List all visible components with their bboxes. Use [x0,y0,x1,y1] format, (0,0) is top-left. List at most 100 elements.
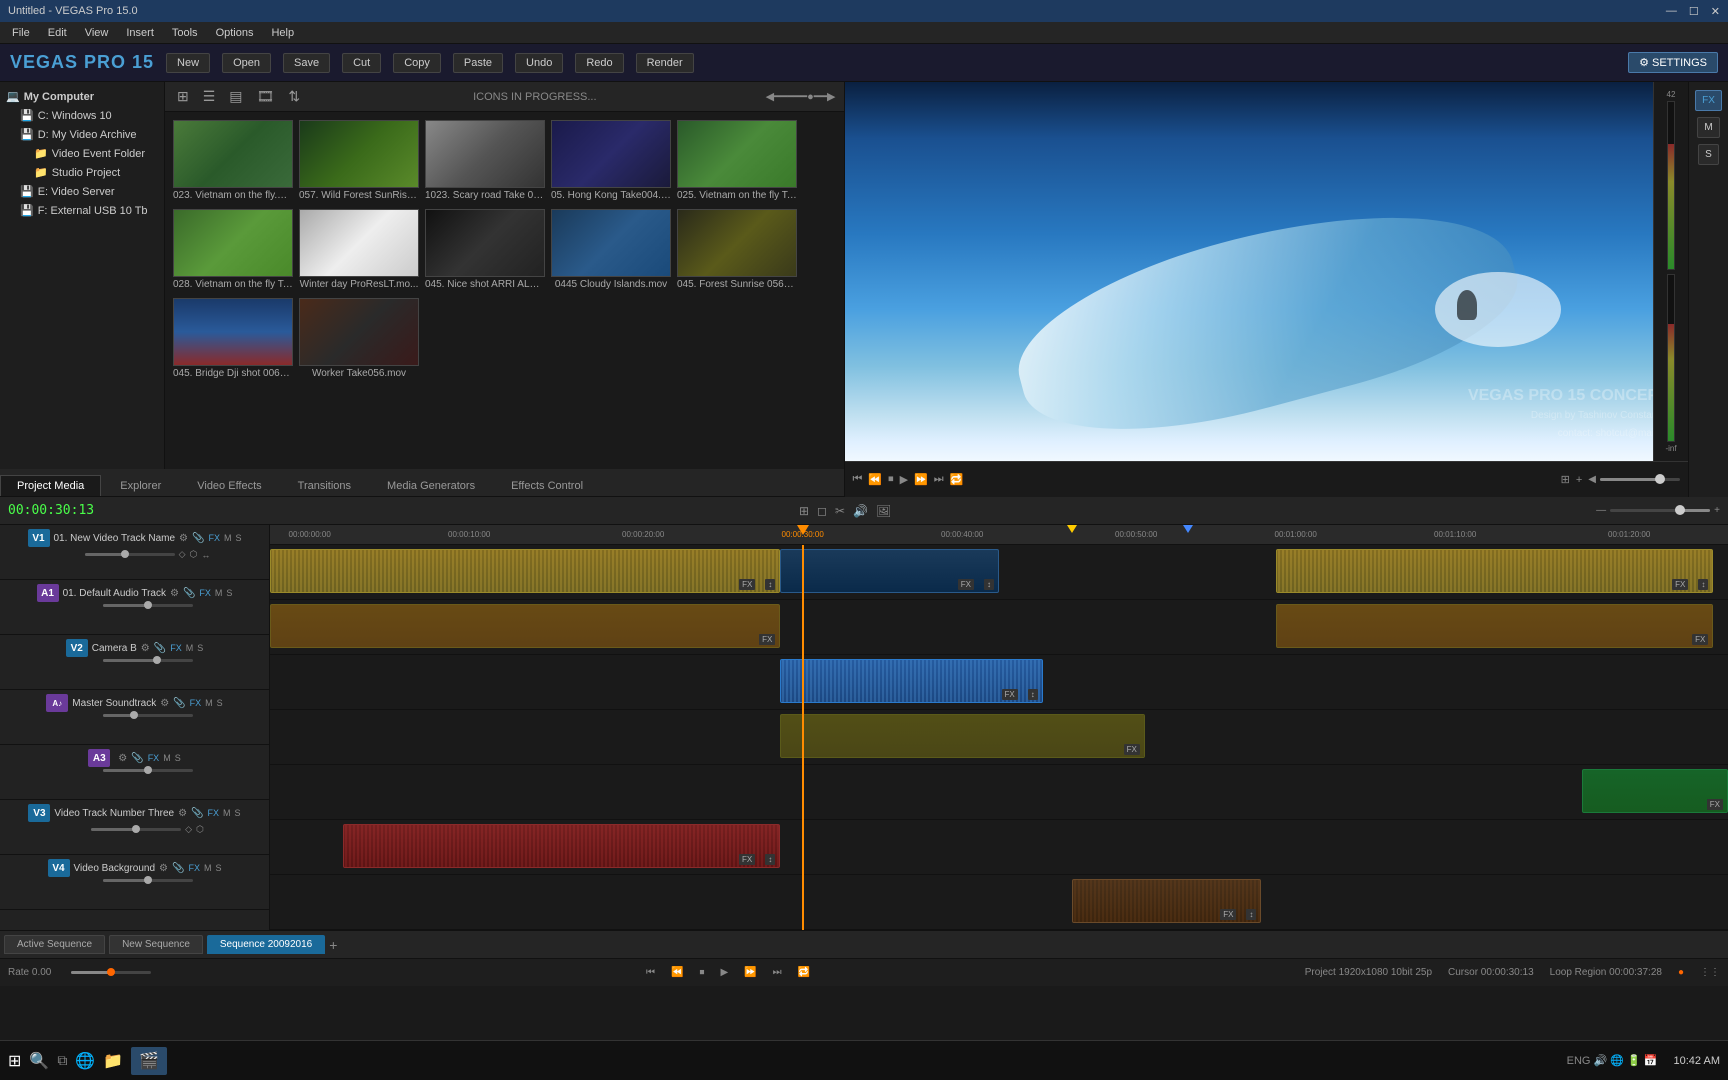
track-fx-a3[interactable]: FX [148,753,160,763]
clip-a1-2[interactable]: FX [1276,604,1713,648]
track-settings-v1[interactable]: ⚙ [179,533,188,544]
m-button[interactable]: M [1697,117,1719,138]
track-s-v3[interactable]: S [235,808,241,818]
tab-project-media[interactable]: Project Media [0,475,101,496]
maximize-btn[interactable]: ☐ [1689,5,1699,18]
status-skip-end[interactable]: ⏭ [773,967,782,978]
close-btn[interactable]: ✕ [1711,5,1720,18]
tree-c-drive[interactable]: 💾 C: Windows 10 [0,106,164,125]
fx-button[interactable]: FX [1695,90,1722,111]
menu-insert[interactable]: Insert [118,25,162,41]
list-view-icon[interactable]: ☰ [199,86,220,107]
track-s-a2[interactable]: S [217,698,223,708]
track-fx-v3[interactable]: FX [208,808,220,818]
tab-explorer[interactable]: Explorer [103,475,178,496]
track-settings-a3[interactable]: ⚙ [118,753,127,764]
clip-v1-3[interactable]: FX ↕ [1276,549,1713,593]
new-button[interactable]: New [166,53,210,73]
render-button[interactable]: Render [636,53,694,73]
track-m-a1[interactable]: M [215,588,223,598]
track-media-v1[interactable]: 📎 [192,533,204,544]
track-media-a2[interactable]: 📎 [173,698,185,709]
vegas-taskbar-icon[interactable]: 🎬 [131,1047,167,1075]
paste-button[interactable]: Paste [453,53,503,73]
explorer-icon[interactable]: 📁 [103,1051,123,1071]
seq-tab-new[interactable]: New Sequence [109,935,203,954]
tab-transitions[interactable]: Transitions [281,475,368,496]
tree-d-drive[interactable]: 💾 D: My Video Archive [0,125,164,144]
media-item-11[interactable]: Worker Take056.mov [299,298,419,381]
track-s-a3[interactable]: S [175,753,181,763]
status-more[interactable]: ⋮⋮ [1700,967,1720,978]
track-settings-v2[interactable]: ⚙ [141,643,150,654]
detail-view-icon[interactable]: ▤ [225,86,246,107]
tree-f-usb[interactable]: 💾 F: External USB 10 Tb [0,201,164,220]
window-controls[interactable]: — ☐ ✕ [1666,5,1720,18]
track-settings-v3[interactable]: ⚙ [178,808,187,819]
status-rewind[interactable]: ⏪ [671,967,683,978]
clip-v1-1[interactable]: FX ↕ [270,549,780,593]
clip-v1-2[interactable]: FX ↕ [780,549,999,593]
preview-stop[interactable]: ⏹ [888,473,894,486]
copy-button[interactable]: Copy [393,53,441,73]
media-item-0[interactable]: 023. Vietnam on the fly.mp4 [173,120,293,203]
clip-v3-1[interactable]: FX ↕ [343,824,780,868]
open-button[interactable]: Open [222,53,271,73]
status-forward[interactable]: ⏩ [744,967,756,978]
track-m-v2[interactable]: M [186,643,194,653]
seq-tab-20092016[interactable]: Sequence 20092016 [207,935,325,954]
search-button[interactable]: 🔍 [29,1051,49,1071]
media-item-1[interactable]: 057. Wild Forest SunRise.mp4 [299,120,419,203]
menu-options[interactable]: Options [208,25,262,41]
tree-e-server[interactable]: 💾 E: Video Server [0,182,164,201]
sort-icon[interactable]: ⇅ [284,86,304,107]
edge-icon[interactable]: 🌐 [75,1051,95,1071]
media-item-10[interactable]: 045. Bridge Dji shot 0067.mp4 [173,298,293,381]
status-skip-start[interactable]: ⏮ [646,967,655,978]
tree-my-computer[interactable]: 💻 My Computer [0,82,164,106]
media-item-2[interactable]: 1023. Scary road Take 033... [425,120,545,203]
track-m-v1[interactable]: M [224,533,232,543]
tab-media-generators[interactable]: Media Generators [370,475,492,496]
tl-btn-2[interactable]: ◻ [817,504,827,518]
tl-btn-4[interactable]: 🔊 [853,504,868,518]
minimize-btn[interactable]: — [1666,5,1677,18]
track-media-a1[interactable]: 📎 [183,588,195,599]
track-m-v3[interactable]: M [223,808,231,818]
tl-btn-3[interactable]: ✂ [835,504,845,518]
menu-tools[interactable]: Tools [164,25,206,41]
seq-tab-active[interactable]: Active Sequence [4,935,105,954]
save-button[interactable]: Save [283,53,330,73]
track-s-v2[interactable]: S [197,643,203,653]
preview-forward[interactable]: ⏩ [914,473,928,486]
preview-play[interactable]: ▶ [900,473,908,486]
track-s-v1[interactable]: S [235,533,241,543]
tab-effects-control[interactable]: Effects Control [494,475,600,496]
menu-view[interactable]: View [77,25,117,41]
track-media-v3[interactable]: 📎 [191,808,203,819]
tl-btn-5[interactable]: 🖼 [876,504,891,518]
menu-file[interactable]: File [4,25,38,41]
track-fx-v2[interactable]: FX [170,643,182,653]
track-s-a1[interactable]: S [226,588,232,598]
media-item-4[interactable]: 025. Vietnam on the fly Take... [677,120,797,203]
preview-split-icon[interactable]: ⊞ [1561,473,1570,486]
s-button[interactable]: S [1698,144,1719,165]
cut-button[interactable]: Cut [342,53,381,73]
track-m-v4[interactable]: M [204,863,212,873]
task-view-button[interactable]: ⧉ [57,1052,67,1069]
media-item-5[interactable]: 028. Vietnam on the fly Take... [173,209,293,292]
track-settings-a2[interactable]: ⚙ [160,698,169,709]
tl-btn-1[interactable]: ⊞ [799,504,809,518]
add-sequence-button[interactable]: + [329,937,337,953]
menu-help[interactable]: Help [263,25,302,41]
track-m-a2[interactable]: M [205,698,213,708]
start-button[interactable]: ⊞ [8,1051,21,1071]
tree-studio-project[interactable]: 📁 Studio Project [0,163,164,182]
preview-skip-end[interactable]: ⏭ [934,473,944,486]
clip-a3-1[interactable]: FX [1582,769,1728,813]
status-play[interactable]: ▶ [720,967,728,978]
clip-a1-1[interactable]: FX [270,604,780,648]
settings-button[interactable]: ⚙ SETTINGS [1628,52,1718,73]
status-loop[interactable]: 🔁 [798,967,810,978]
